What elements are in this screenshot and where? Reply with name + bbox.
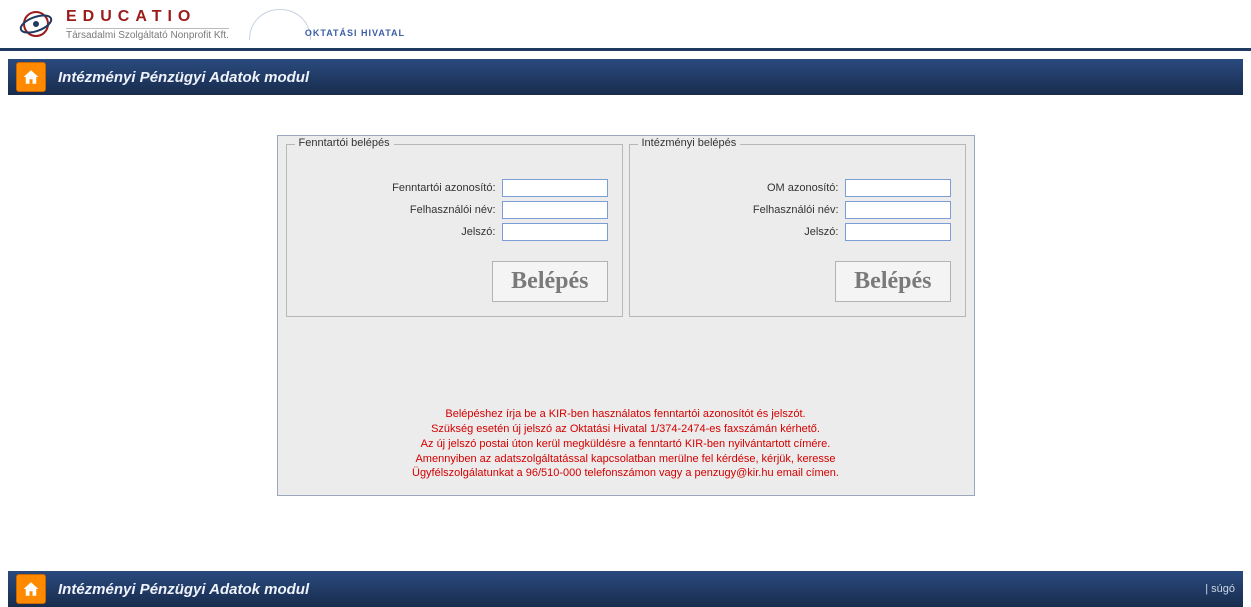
brand-text: EDUCATIO Társadalmi Szolgáltató Nonprofi…: [66, 8, 229, 41]
maintainer-id-input[interactable]: [502, 179, 608, 197]
maintainer-id-label: Fenntartói azonosító:: [392, 182, 495, 194]
help-line-4: Amennyiben az adatszolgáltatással kapcso…: [286, 452, 966, 467]
footer-bar: Intézményi Pénzügyi Adatok modul | súgó: [8, 571, 1243, 607]
footer-title: Intézményi Pénzügyi Adatok modul: [58, 581, 309, 598]
partner-logo: OKTATÁSI HIVATAL: [249, 9, 405, 40]
header: EDUCATIO Társadalmi Szolgáltató Nonprofi…: [0, 0, 1251, 51]
institution-legend: Intézményi belépés: [638, 137, 741, 149]
maintainer-pass-input[interactable]: [502, 223, 608, 241]
maintainer-pass-label: Jelszó:: [461, 226, 495, 238]
login-card: Fenntartói belépés Fenntartói azonosító:…: [277, 135, 975, 496]
institution-id-row: OM azonosító:: [644, 179, 951, 197]
login-panels: Fenntartói belépés Fenntartói azonosító:…: [286, 144, 966, 317]
footer-home-button[interactable]: [16, 574, 46, 604]
maintainer-legend: Fenntartói belépés: [295, 137, 394, 149]
help-line-5: Ügyfélszolgálatunkat a 96/510-000 telefo…: [286, 466, 966, 481]
help-line-2: Szükség esetén új jelszó az Oktatási Hiv…: [286, 422, 966, 437]
educatio-logo-icon: [18, 6, 54, 42]
footer: Intézményi Pénzügyi Adatok modul | súgó: [0, 571, 1251, 607]
help-line-3: Az új jelszó postai úton kerül megküldés…: [286, 437, 966, 452]
maintainer-pass-row: Jelszó:: [301, 223, 608, 241]
institution-submit-row: Belépés: [644, 261, 951, 302]
home-icon: [22, 580, 40, 598]
institution-user-input[interactable]: [845, 201, 951, 219]
brand-name: EDUCATIO: [66, 8, 229, 26]
brand-subtitle: Társadalmi Szolgáltató Nonprofit Kft.: [66, 28, 229, 41]
navbar: Intézményi Pénzügyi Adatok modul: [8, 59, 1243, 95]
maintainer-id-row: Fenntartói azonosító:: [301, 179, 608, 197]
institution-login-button[interactable]: Belépés: [835, 261, 950, 302]
footer-help-link[interactable]: | súgó: [1205, 583, 1235, 595]
maintainer-submit-row: Belépés: [301, 261, 608, 302]
content: Fenntartói belépés Fenntartói azonosító:…: [8, 135, 1243, 496]
institution-id-label: OM azonosító:: [767, 182, 839, 194]
institution-login-panel: Intézményi belépés OM azonosító: Felhasz…: [629, 144, 966, 317]
institution-id-input[interactable]: [845, 179, 951, 197]
institution-user-row: Felhasználói név:: [644, 201, 951, 219]
page-title: Intézményi Pénzügyi Adatok modul: [58, 69, 309, 86]
maintainer-login-button[interactable]: Belépés: [492, 261, 607, 302]
partner-arc-icon: [249, 9, 311, 40]
maintainer-login-panel: Fenntartói belépés Fenntartói azonosító:…: [286, 144, 623, 317]
institution-user-label: Felhasználói név:: [753, 204, 839, 216]
help-line-1: Belépéshez írja be a KIR-ben használatos…: [286, 407, 966, 422]
home-icon: [22, 68, 40, 86]
help-text: Belépéshez írja be a KIR-ben használatos…: [286, 407, 966, 481]
institution-pass-input[interactable]: [845, 223, 951, 241]
institution-pass-label: Jelszó:: [804, 226, 838, 238]
maintainer-user-row: Felhasználói név:: [301, 201, 608, 219]
institution-pass-row: Jelszó:: [644, 223, 951, 241]
home-button[interactable]: [16, 62, 46, 92]
maintainer-user-input[interactable]: [502, 201, 608, 219]
maintainer-user-label: Felhasználói név:: [410, 204, 496, 216]
partner-name: OKTATÁSI HIVATAL: [305, 28, 405, 40]
